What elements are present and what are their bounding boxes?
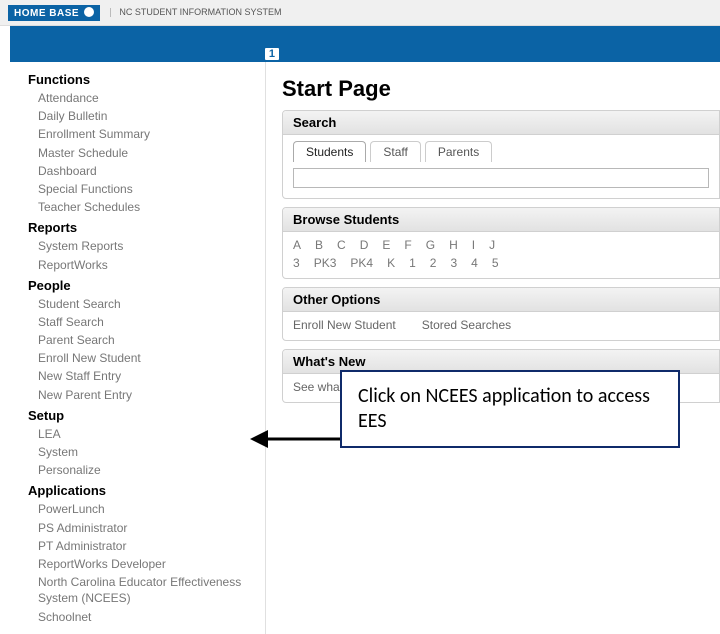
search-input[interactable] xyxy=(293,168,709,188)
sidebar-item-teacher-schedules[interactable]: Teacher Schedules xyxy=(16,198,265,216)
content-area: 1 Functions Attendance Daily Bulletin En… xyxy=(16,62,720,634)
tab-students[interactable]: Students xyxy=(293,141,366,162)
sidebar-item-enrollment-summary[interactable]: Enrollment Summary xyxy=(16,125,265,143)
sidebar: 1 Functions Attendance Daily Bulletin En… xyxy=(16,62,266,634)
instruction-callout: Click on NCEES application to access EES xyxy=(340,370,680,448)
sidebar-item-new-parent-entry[interactable]: New Parent Entry xyxy=(16,386,265,404)
sidebar-item-schoolnet[interactable]: Schoolnet xyxy=(16,608,265,626)
search-heading: Search xyxy=(283,111,719,135)
letter-link[interactable]: H xyxy=(449,238,458,252)
browse-heading: Browse Students xyxy=(283,208,719,232)
arrow-icon xyxy=(250,424,340,454)
tab-staff[interactable]: Staff xyxy=(370,141,420,162)
letter-link[interactable]: A xyxy=(293,238,301,252)
sidebar-item-system-reports[interactable]: System Reports xyxy=(16,237,265,255)
sidebar-item-master-schedule[interactable]: Master Schedule xyxy=(16,144,265,162)
sidebar-item-ncees[interactable]: North Carolina Educator Effectiveness Sy… xyxy=(16,573,265,607)
letter-link[interactable]: C xyxy=(337,238,346,252)
letter-link[interactable]: E xyxy=(382,238,390,252)
sidebar-section-applications: Applications xyxy=(16,479,265,500)
sidebar-section-people: People xyxy=(16,274,265,295)
brand-logo: HOME BASE xyxy=(8,5,100,21)
sidebar-item-powerlunch[interactable]: PowerLunch xyxy=(16,500,265,518)
sidebar-item-system[interactable]: System xyxy=(16,443,265,461)
page-title: Start Page xyxy=(282,76,720,102)
browse-grades: 3 PK3 PK4 K 1 2 3 4 5 xyxy=(293,256,709,270)
letter-link[interactable]: J xyxy=(489,238,495,252)
sidebar-item-ps-administrator[interactable]: PS Administrator xyxy=(16,519,265,537)
grade-link[interactable]: 5 xyxy=(492,256,499,270)
sidebar-item-enroll-new-student[interactable]: Enroll New Student xyxy=(16,349,265,367)
callout-text: Click on NCEES application to access EES xyxy=(358,384,662,434)
sidebar-section-functions: Functions xyxy=(16,68,265,89)
sidebar-item-lea[interactable]: LEA xyxy=(16,425,265,443)
sidebar-section-reports: Reports xyxy=(16,216,265,237)
browse-letters: A B C D E F G H I J xyxy=(293,238,709,252)
top-bar: HOME BASE NC STUDENT INFORMATION SYSTEM xyxy=(0,0,720,26)
brand-logo-text: HOME BASE xyxy=(14,8,79,19)
sidebar-item-parent-search[interactable]: Parent Search xyxy=(16,331,265,349)
sidebar-item-dashboard[interactable]: Dashboard xyxy=(16,162,265,180)
search-tabs: Students Staff Parents xyxy=(283,135,719,162)
search-panel: Search Students Staff Parents xyxy=(282,110,720,199)
logo-dot-icon xyxy=(84,7,94,17)
sidebar-item-reportworks[interactable]: ReportWorks xyxy=(16,256,265,274)
grade-link[interactable]: K xyxy=(387,256,395,270)
sidebar-item-new-staff-entry[interactable]: New Staff Entry xyxy=(16,367,265,385)
other-options-panel: Other Options Enroll New Student Stored … xyxy=(282,287,720,341)
link-stored-searches[interactable]: Stored Searches xyxy=(422,318,511,332)
browse-panel: Browse Students A B C D E F G H I J 3 PK… xyxy=(282,207,720,279)
other-options-heading: Other Options xyxy=(283,288,719,312)
letter-link[interactable]: I xyxy=(472,238,475,252)
sidebar-item-staff-search[interactable]: Staff Search xyxy=(16,313,265,331)
grade-link[interactable]: 3 xyxy=(450,256,457,270)
letter-link[interactable]: G xyxy=(426,238,435,252)
sidebar-item-pt-administrator[interactable]: PT Administrator xyxy=(16,537,265,555)
system-name: NC STUDENT INFORMATION SYSTEM xyxy=(110,8,281,18)
sidebar-section-setup: Setup xyxy=(16,404,265,425)
link-enroll-new-student[interactable]: Enroll New Student xyxy=(293,318,396,332)
letter-link[interactable]: B xyxy=(315,238,323,252)
sidebar-item-student-search[interactable]: Student Search xyxy=(16,295,265,313)
sidebar-item-daily-bulletin[interactable]: Daily Bulletin xyxy=(16,107,265,125)
notification-badge[interactable]: 1 xyxy=(263,46,281,62)
sidebar-item-attendance[interactable]: Attendance xyxy=(16,89,265,107)
tab-parents[interactable]: Parents xyxy=(425,141,492,162)
sidebar-item-personalize[interactable]: Personalize xyxy=(16,461,265,479)
main-area: Start Page Search Students Staff Parents… xyxy=(266,62,720,634)
letter-link[interactable]: D xyxy=(360,238,369,252)
sidebar-item-reportworks-developer[interactable]: ReportWorks Developer xyxy=(16,555,265,573)
header-blue-bar xyxy=(10,26,720,62)
letter-link[interactable]: F xyxy=(404,238,411,252)
grade-link[interactable]: 1 xyxy=(409,256,416,270)
grade-link[interactable]: PK3 xyxy=(314,256,337,270)
grade-link[interactable]: 4 xyxy=(471,256,478,270)
sidebar-item-special-functions[interactable]: Special Functions xyxy=(16,180,265,198)
grade-link[interactable]: 2 xyxy=(430,256,437,270)
grade-link[interactable]: 3 xyxy=(293,256,300,270)
grade-link[interactable]: PK4 xyxy=(350,256,373,270)
